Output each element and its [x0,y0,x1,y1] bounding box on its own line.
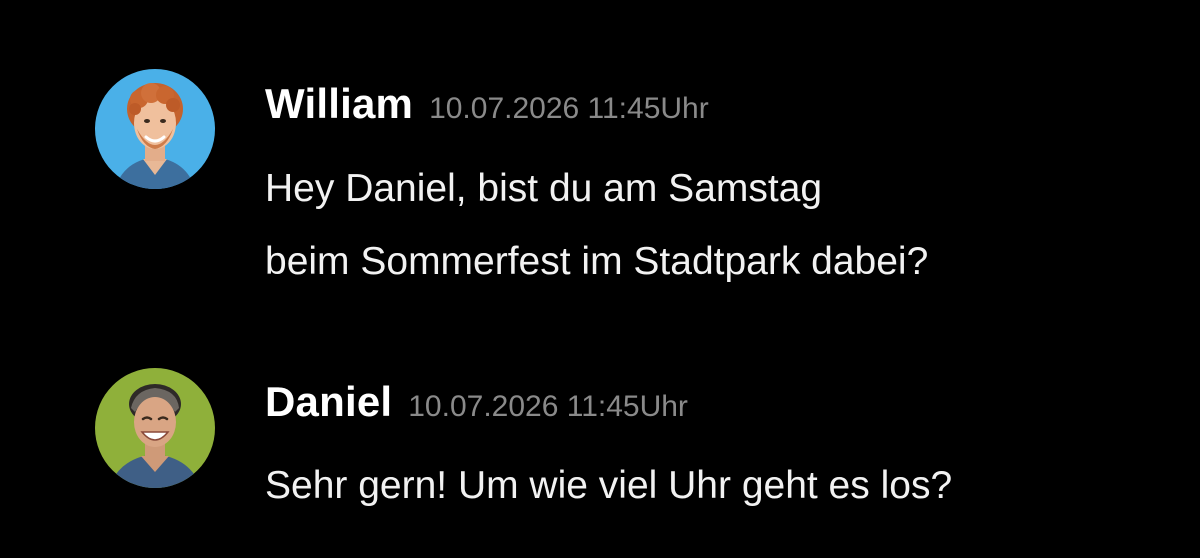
author-name[interactable]: William [265,80,413,128]
message-text-line: Sehr gern! Um wie viel Uhr geht es los? [265,464,953,507]
avatar-william-icon [95,69,215,189]
message-text-line: beim Sommerfest im Stadtpark dabei? [265,240,929,283]
message-header: Daniel 10.07.2026 11:45Uhr [265,378,688,426]
avatar[interactable] [95,368,215,488]
message-header: William 10.07.2026 11:45Uhr [265,80,709,128]
message-timestamp: 10.07.2026 11:45Uhr [429,92,709,125]
avatar-daniel-icon [95,368,215,488]
message-text-line: Hey Daniel, bist du am Samstag [265,167,823,210]
avatar[interactable] [95,69,215,189]
message-timestamp: 10.07.2026 11:45Uhr [408,390,688,423]
author-name[interactable]: Daniel [265,378,392,426]
